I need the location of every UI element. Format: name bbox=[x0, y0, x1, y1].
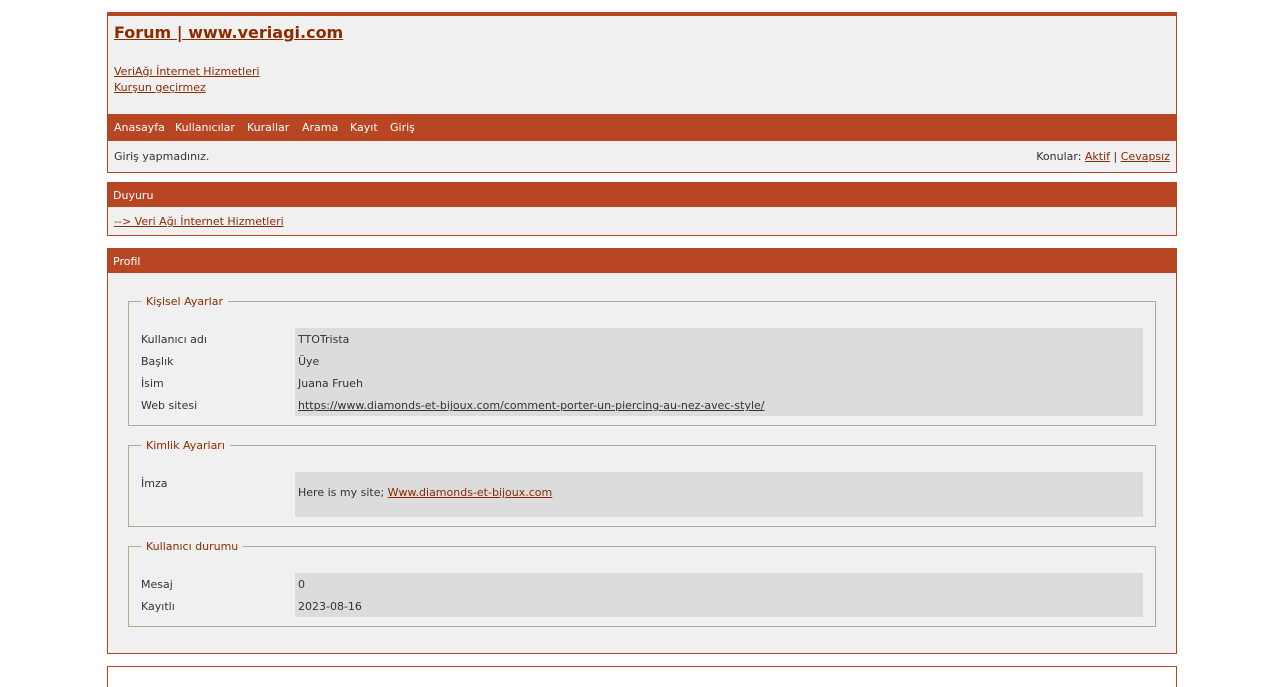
announcement-heading: Duyuru bbox=[108, 183, 1176, 207]
registered-value: 2023-08-16 bbox=[298, 600, 362, 613]
profile-heading-text: Profil bbox=[113, 255, 141, 268]
nav-item-rules[interactable]: Kurallar bbox=[247, 121, 289, 134]
kursun-link[interactable]: Kurşun geçirmez bbox=[114, 81, 206, 94]
username-label: Kullanıcı adı bbox=[141, 333, 207, 346]
unanswered-topics-link[interactable]: Cevapsız bbox=[1121, 150, 1170, 163]
realname-value: Juana Frueh bbox=[298, 377, 363, 390]
signature-label: İmza bbox=[141, 477, 168, 490]
announcement-body: --> Veri Ağı İnternet Hizmetleri bbox=[114, 215, 284, 228]
posts-label: Mesaj bbox=[141, 578, 173, 591]
nav-item-users[interactable]: Kullanıcılar bbox=[175, 121, 235, 134]
posts-value: 0 bbox=[298, 578, 305, 591]
login-status: Giriş yapmadınız. bbox=[114, 150, 210, 163]
topics-label: Konular: bbox=[1036, 150, 1085, 163]
nav-item-register[interactable]: Kayıt bbox=[350, 121, 378, 134]
user-status-fieldset: Kullanıcı durumu Mesaj 0 Kayıtlı 2023-08… bbox=[128, 540, 1156, 627]
announcement-block: Duyuru --> Veri Ağı İnternet Hizmetleri bbox=[107, 182, 1177, 236]
nav-item-home[interactable]: Anasayfa bbox=[114, 121, 165, 134]
topics-separator: | bbox=[1110, 150, 1121, 163]
title-label: Başlık bbox=[141, 355, 174, 368]
profile-block: Profil Kişisel Ayarlar Kullanıcı adı TTO… bbox=[107, 248, 1177, 654]
user-status-legend: Kullanıcı durumu bbox=[146, 540, 239, 553]
board-title-link[interactable]: Forum | www.veriagi.com bbox=[114, 23, 343, 42]
announcement-heading-text: Duyuru bbox=[113, 189, 154, 202]
main-nav: Anasayfa Kullanıcılar Kurallar Arama Kay… bbox=[108, 114, 1176, 141]
topics-links: Konular: Aktif | Cevapsız bbox=[1036, 150, 1170, 163]
username-value: TTOTrista bbox=[298, 333, 350, 346]
nav-item-search[interactable]: Arama bbox=[302, 121, 338, 134]
website-label: Web sitesi bbox=[141, 399, 198, 412]
footer-block bbox=[107, 666, 1177, 687]
announcement-link[interactable]: --> Veri Ağı İnternet Hizmetleri bbox=[114, 215, 284, 228]
personal-settings-fieldset: Kişisel Ayarlar Kullanıcı adı TTOTrista … bbox=[128, 295, 1156, 426]
title-value: Üye bbox=[298, 355, 320, 368]
board-title: Forum | www.veriagi.com bbox=[114, 23, 343, 42]
identity-settings-legend: Kimlik Ayarları bbox=[146, 439, 225, 452]
active-topics-link[interactable]: Aktif bbox=[1085, 150, 1110, 163]
realname-label: İsim bbox=[141, 377, 164, 390]
website-link[interactable]: https://www.diamonds-et-bijoux.com/comme… bbox=[298, 399, 764, 412]
board-header: Forum | www.veriagi.com VeriAğı İnternet… bbox=[107, 12, 1177, 173]
board-desc-line-2: Kurşun geçirmez bbox=[114, 81, 206, 94]
signature-link[interactable]: Www.diamonds-et-bijoux.com bbox=[388, 486, 553, 499]
nav-item-login[interactable]: Giriş bbox=[390, 121, 415, 134]
signature-text: Here is my site; bbox=[298, 486, 388, 499]
board-desc-line-1: VeriAğı İnternet Hizmetleri bbox=[114, 65, 260, 78]
registered-label: Kayıtlı bbox=[141, 600, 175, 613]
veriagi-link[interactable]: VeriAğı İnternet Hizmetleri bbox=[114, 65, 260, 78]
identity-settings-fieldset: Kimlik Ayarları İmza Here is my site; Ww… bbox=[128, 439, 1156, 527]
personal-settings-legend: Kişisel Ayarlar bbox=[146, 295, 223, 308]
user-status-values-box bbox=[295, 573, 1143, 617]
profile-heading: Profil bbox=[108, 249, 1176, 273]
signature-text-wrap: Here is my site; Www.diamonds-et-bijoux.… bbox=[298, 486, 552, 499]
